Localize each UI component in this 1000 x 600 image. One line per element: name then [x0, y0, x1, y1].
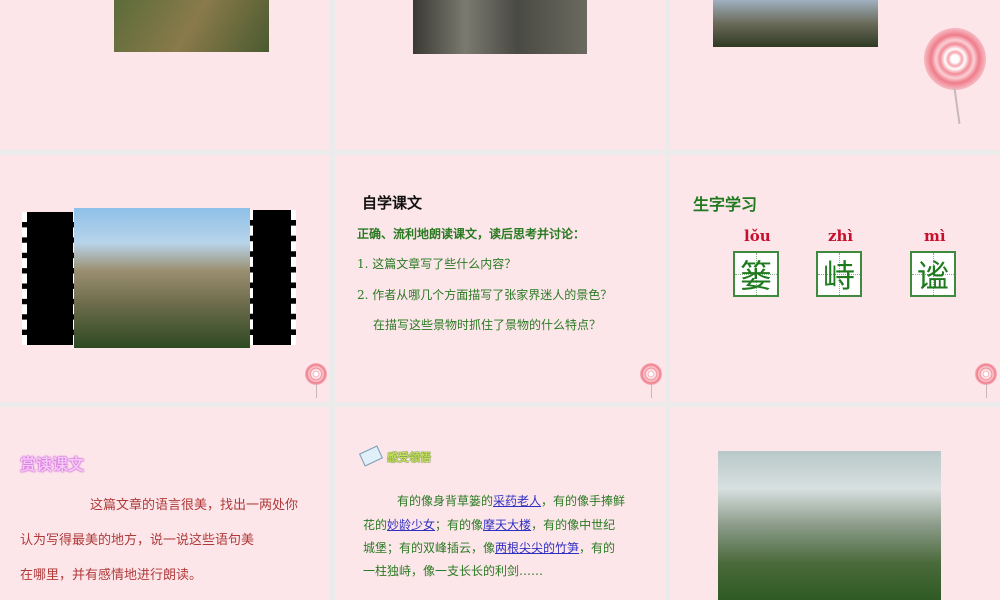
lollipop-decoration: [640, 363, 662, 398]
body-line-1: 这篇文章的语言很美，找出一两处你: [90, 498, 299, 513]
slide-thumbnail-6[interactable]: 生字学习 lǒu zhì mì 篓 峙 谧: [670, 155, 1000, 402]
lollipop-decoration: [305, 363, 327, 398]
character: 篓: [739, 257, 772, 295]
filmstrip-right: [248, 210, 296, 345]
pinyin-3: mì: [924, 227, 946, 245]
scenery-photo: [713, 0, 878, 47]
body-line-1: 有的像身背草篓的采药老人，有的像手捧鲜: [397, 492, 625, 509]
scenery-photo: [413, 0, 587, 54]
intro-text: 正确、流利地朗读课文，读后思考并讨论：: [357, 227, 586, 241]
scenery-photo: [114, 0, 269, 52]
paper-icon: [358, 445, 384, 467]
text: ，有的像手捧鲜: [541, 494, 626, 508]
text: 花的: [363, 518, 388, 532]
slide-thumbnail-4[interactable]: [0, 155, 330, 402]
pinyin-2: zhì: [828, 227, 854, 245]
text: 城堡；有的双峰插云，像: [363, 541, 496, 555]
link-text[interactable]: 妙龄少女: [387, 518, 435, 532]
slide-title: 生字学习: [693, 195, 758, 214]
character-box-1: 篓: [733, 251, 779, 297]
text: ，有的像中世纪: [531, 518, 616, 532]
slide-thumbnail-1[interactable]: [0, 0, 330, 150]
slide-thumbnail-3[interactable]: [670, 0, 1000, 150]
link-text[interactable]: 摩天大楼: [483, 518, 531, 532]
slide-thumbnail-2[interactable]: [335, 0, 665, 150]
lollipop-decoration: [924, 28, 986, 90]
text: 有的像身背草篓的: [397, 494, 494, 508]
character-box-2: 峙: [816, 251, 862, 297]
body-line-2: 花的妙龄少女；有的像摩天大楼，有的像中世纪: [363, 516, 615, 533]
question-2: 2. 作者从哪几个方面描写了张家界迷人的景色？: [357, 288, 613, 302]
slide-thumbnail-5[interactable]: 自学课文 正确、流利地朗读课文，读后思考并讨论： 1. 这篇文章写了些什么内容？…: [335, 155, 665, 402]
pinyin-1: lǒu: [744, 227, 771, 245]
text: ，有的: [579, 541, 616, 555]
body-line-3: 城堡；有的双峰插云，像两根尖尖的竹笋，有的: [363, 539, 615, 556]
text: ；有的像: [435, 518, 484, 532]
slide-title: 自学课文: [362, 194, 423, 212]
character: 峙: [822, 257, 855, 295]
zhangjiajie-photo: [74, 208, 250, 348]
link-text[interactable]: 采药老人: [493, 494, 541, 508]
mountain-photo: [718, 451, 941, 600]
slide-title: 感受领悟: [387, 451, 431, 464]
slide-title: 赏读课文: [20, 455, 85, 474]
slide-thumbnail-7[interactable]: 赏读课文 这篇文章的语言很美，找出一两处你 认为写得最美的地方，说一说这些语句美…: [0, 407, 330, 600]
body-line-4: 一柱独峙，像一支长长的利剑……: [363, 564, 544, 578]
question-2b: 在描写这些景物时抓住了景物的什么特点？: [373, 318, 602, 332]
character-box-3: 谧: [910, 251, 956, 297]
lollipop-decoration: [975, 363, 997, 398]
question-1: 1. 这篇文章写了些什么内容？: [357, 257, 517, 271]
body-line-3: 在哪里，并有感情地进行朗读。: [20, 568, 203, 583]
body-line-2: 认为写得最美的地方，说一说这些语句美: [20, 533, 255, 548]
link-text[interactable]: 两根尖尖的竹笋: [495, 541, 579, 555]
slide-thumbnail-9[interactable]: [670, 407, 1000, 600]
character: 谧: [916, 257, 949, 295]
filmstrip-left: [22, 212, 78, 345]
slide-thumbnail-8[interactable]: 感受领悟 有的像身背草篓的采药老人，有的像手捧鲜 花的妙龄少女；有的像摩天大楼，…: [335, 407, 665, 600]
